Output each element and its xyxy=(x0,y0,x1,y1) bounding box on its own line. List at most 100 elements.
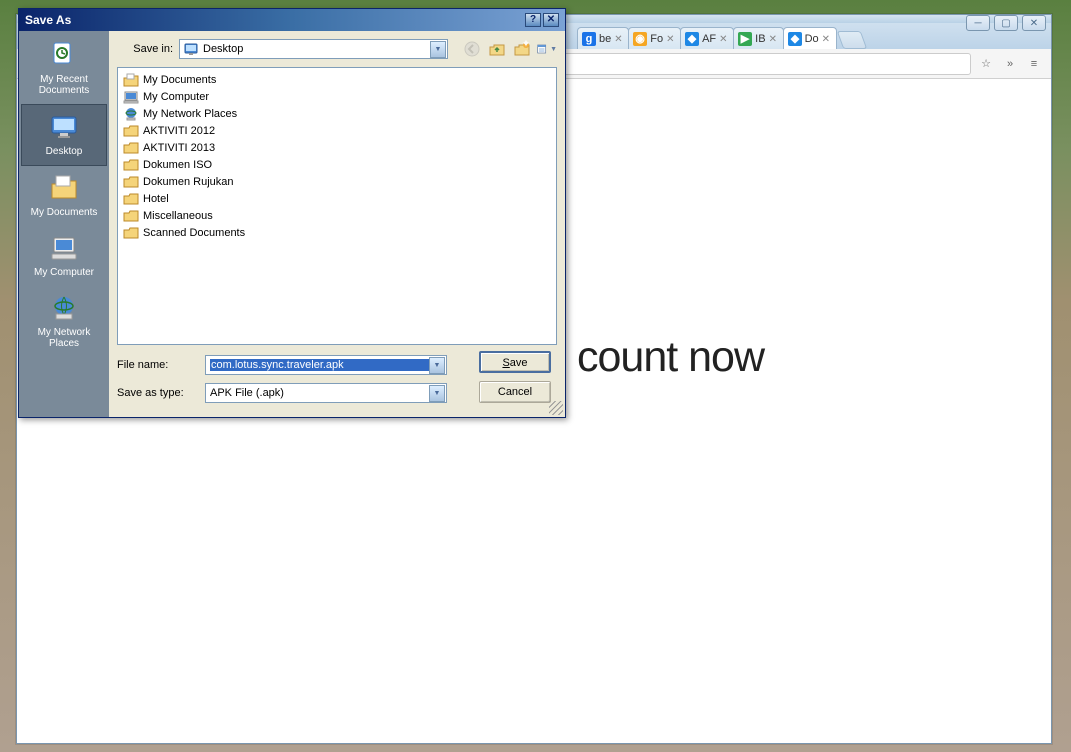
mycomp-icon xyxy=(48,232,80,264)
folder-icon xyxy=(123,140,139,156)
place-label: My Documents xyxy=(31,207,98,218)
browser-tab[interactable]: ◉ Fo✕ xyxy=(628,27,681,49)
file-name: My Network Places xyxy=(143,108,237,120)
hamburger-menu-icon[interactable]: ≡ xyxy=(1025,55,1043,73)
folder-icon xyxy=(123,208,139,224)
dialog-title: Save As xyxy=(25,13,71,27)
dialog-titlebar[interactable]: Save As ? ✕ xyxy=(19,9,565,31)
browser-tab[interactable]: ◆ AF✕ xyxy=(680,27,734,49)
places-bar: My Recent Documents Desktop My Documents My… xyxy=(19,31,109,417)
file-name: Miscellaneous xyxy=(143,210,213,222)
close-dialog-button[interactable]: ✕ xyxy=(543,13,559,27)
chevron-down-icon[interactable]: ▼ xyxy=(429,385,445,402)
filename-label: File name: xyxy=(117,359,197,371)
browser-tab[interactable]: ◆ Do✕ xyxy=(783,27,837,49)
netplaces-icon xyxy=(123,106,139,122)
file-item[interactable]: Miscellaneous xyxy=(121,207,553,224)
file-list[interactable]: My Documents My Computer My Network Places… xyxy=(117,67,557,345)
place-label: My Network Places xyxy=(23,327,105,349)
save-in-label: Save in: xyxy=(117,43,173,55)
folder-icon xyxy=(123,191,139,207)
file-name: AKTIVITI 2012 xyxy=(143,125,215,137)
place-recent[interactable]: My Recent Documents xyxy=(21,33,107,104)
place-desktop[interactable]: Desktop xyxy=(21,104,107,166)
svg-text:g: g xyxy=(586,33,593,45)
filename-value: com.lotus.sync.traveler.apk xyxy=(210,359,429,371)
file-name: Dokumen ISO xyxy=(143,159,212,171)
save-button[interactable]: Save xyxy=(479,351,551,373)
resize-grip[interactable] xyxy=(549,401,563,415)
file-name: Scanned Documents xyxy=(143,227,245,239)
close-tab-icon[interactable]: ✕ xyxy=(666,34,676,44)
svg-text:◆: ◆ xyxy=(687,33,697,45)
file-item[interactable]: AKTIVITI 2013 xyxy=(121,139,553,156)
save-as-type-value: APK File (.apk) xyxy=(210,387,429,399)
place-label: My Recent Documents xyxy=(23,74,105,96)
place-mycomp[interactable]: My Computer xyxy=(21,226,107,286)
close-tab-icon[interactable]: ✕ xyxy=(822,34,832,44)
file-item[interactable]: Scanned Documents xyxy=(121,224,553,241)
favicon-icon: g xyxy=(582,32,596,46)
favicon-icon: ◉ xyxy=(633,32,647,46)
close-tab-icon[interactable]: ✕ xyxy=(719,34,729,44)
mydocs-icon xyxy=(123,72,139,88)
save-as-dialog: Save As ? ✕ My Recent DocumentsDesktopMy… xyxy=(18,8,566,418)
file-item[interactable]: Hotel xyxy=(121,190,553,207)
tab-label: AF xyxy=(702,33,716,45)
tab-label: Do xyxy=(805,33,819,45)
recent-icon xyxy=(48,39,80,71)
desktop-icon xyxy=(48,111,80,143)
file-name: My Documents xyxy=(143,74,216,86)
svg-text:◉: ◉ xyxy=(635,33,645,45)
close-tab-icon[interactable]: ✕ xyxy=(769,34,779,44)
extensions-overflow-icon[interactable]: » xyxy=(1001,55,1019,73)
file-item[interactable]: AKTIVITI 2012 xyxy=(121,122,553,139)
file-item[interactable]: My Documents xyxy=(121,71,553,88)
file-item[interactable]: Dokumen ISO xyxy=(121,156,553,173)
svg-text:✦: ✦ xyxy=(521,40,530,50)
folder-icon xyxy=(123,174,139,190)
minimize-button[interactable]: ─ xyxy=(966,15,990,31)
place-mydocs[interactable]: My Documents xyxy=(21,166,107,226)
views-icon[interactable]: ▼ xyxy=(537,39,557,59)
chevron-down-icon[interactable]: ▼ xyxy=(430,41,446,58)
place-label: My Computer xyxy=(34,267,94,278)
file-name: AKTIVITI 2013 xyxy=(143,142,215,154)
mycomp-icon xyxy=(123,89,139,105)
favicon-icon: ▶ xyxy=(738,32,752,46)
tab-label: IB xyxy=(755,33,765,45)
new-folder-icon[interactable]: ✦ xyxy=(512,39,532,59)
chevron-down-icon[interactable]: ▼ xyxy=(429,357,445,374)
maximize-button[interactable]: ▢ xyxy=(994,15,1018,31)
help-button[interactable]: ? xyxy=(525,13,541,27)
file-item[interactable]: My Network Places xyxy=(121,105,553,122)
close-tab-icon[interactable]: ✕ xyxy=(614,34,624,44)
new-tab-button[interactable] xyxy=(836,31,867,49)
browser-tab[interactable]: gbe✕ xyxy=(577,27,629,49)
file-item[interactable]: My Computer xyxy=(121,88,553,105)
save-in-combo[interactable]: Desktop ▼ xyxy=(179,39,448,59)
cancel-button[interactable]: Cancel xyxy=(479,381,551,403)
browser-tab[interactable]: ▶ IB ✕ xyxy=(733,27,783,49)
favicon-icon: ◆ xyxy=(685,32,699,46)
tab-label: Fo xyxy=(650,33,663,45)
place-label: Desktop xyxy=(46,146,83,157)
folder-icon xyxy=(123,225,139,241)
bookmark-star-icon[interactable]: ☆ xyxy=(977,55,995,73)
svg-text:▶: ▶ xyxy=(740,33,750,45)
close-window-button[interactable]: ✕ xyxy=(1022,15,1046,31)
file-item[interactable]: Dokumen Rujukan xyxy=(121,173,553,190)
up-one-level-icon[interactable] xyxy=(487,39,507,59)
save-as-type-label: Save as type: xyxy=(117,387,197,399)
file-name: My Computer xyxy=(143,91,209,103)
netplaces-icon xyxy=(48,292,80,324)
place-netplaces[interactable]: My Network Places xyxy=(21,286,107,357)
file-name: Dokumen Rujukan xyxy=(143,176,234,188)
svg-text:◆: ◆ xyxy=(789,33,799,45)
filename-input[interactable]: com.lotus.sync.traveler.apk ▼ xyxy=(205,355,447,375)
tab-label: be xyxy=(599,33,611,45)
save-as-type-combo[interactable]: APK File (.apk) ▼ xyxy=(205,383,447,403)
folder-icon xyxy=(123,123,139,139)
save-in-value: Desktop xyxy=(203,43,426,55)
mydocs-icon xyxy=(48,172,80,204)
